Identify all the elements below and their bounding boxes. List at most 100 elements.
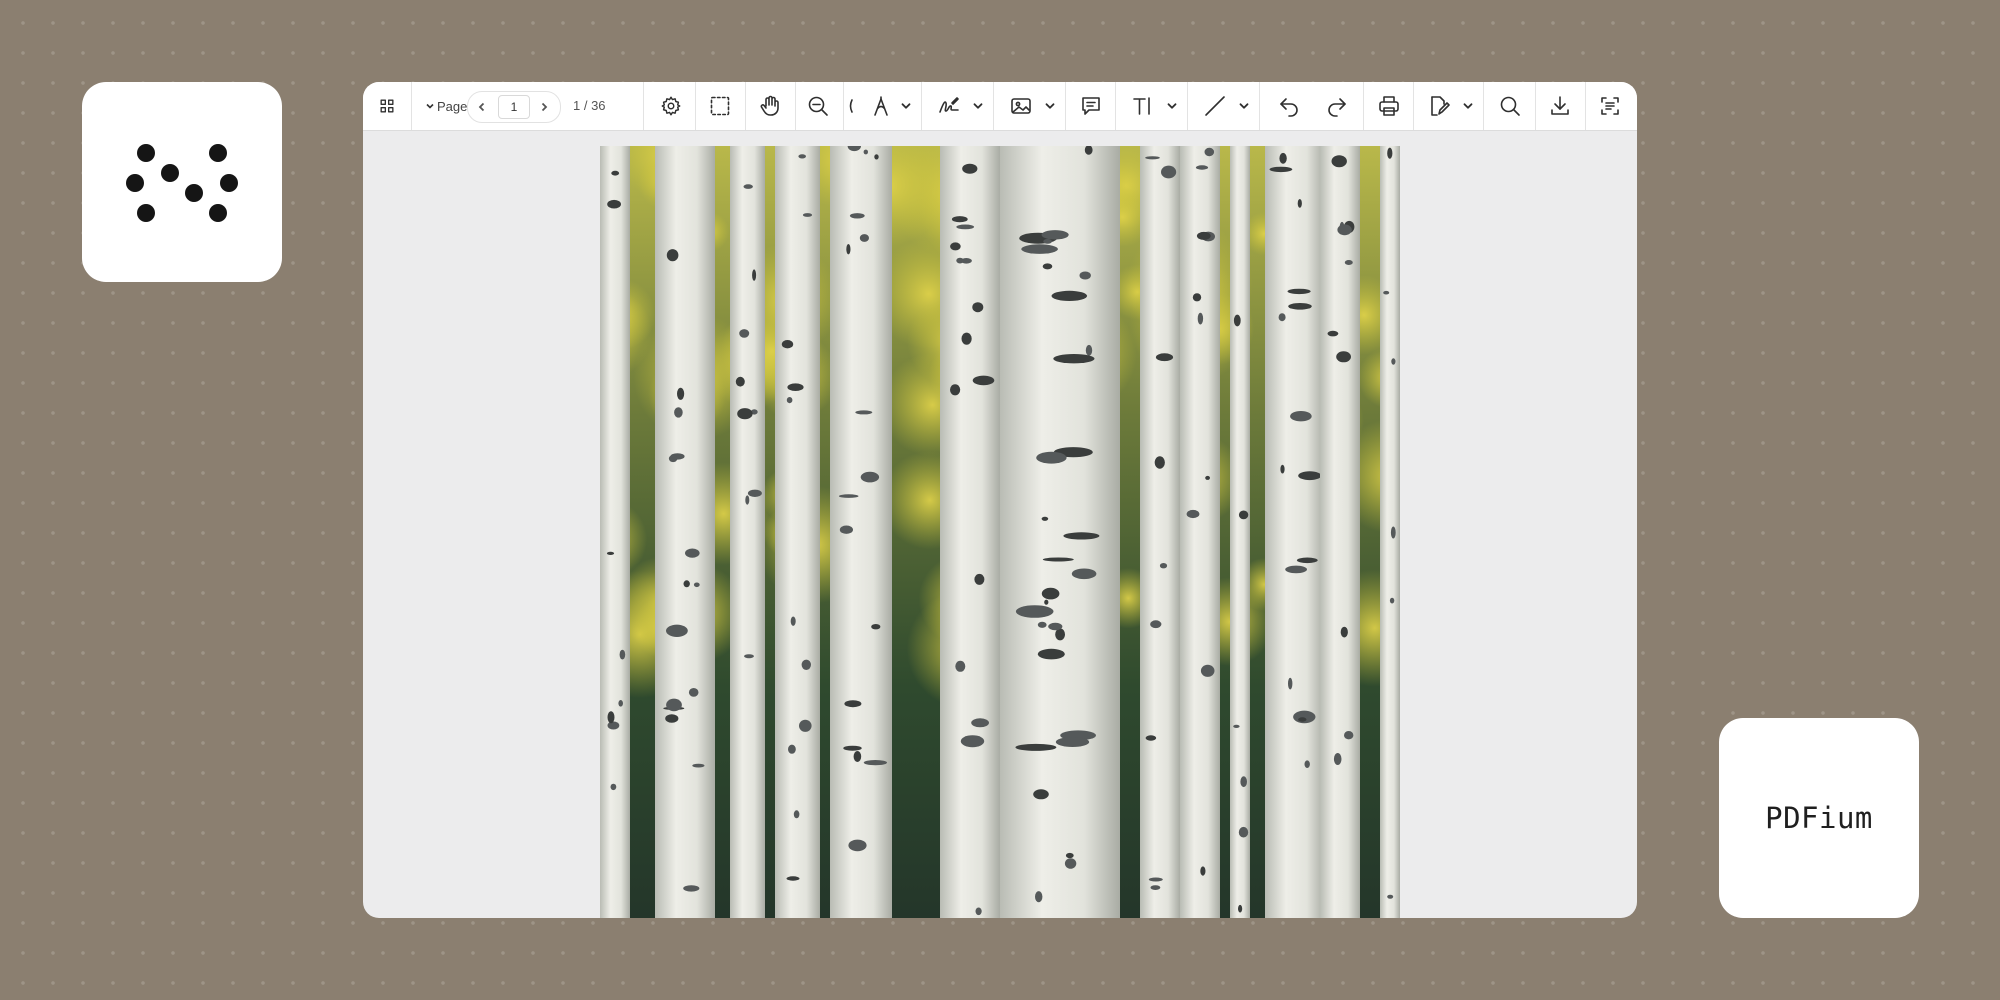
signature-dropdown[interactable] [969,82,987,130]
page-number-input[interactable]: 1 [498,95,530,119]
document-properties-button[interactable] [1587,82,1633,130]
bark-knot [950,242,961,251]
chevron-down-icon [1045,103,1055,109]
bark-knot [1152,622,1159,626]
divider [411,82,412,130]
bark-knot [801,659,811,670]
bark-knot [1154,456,1165,469]
bark-knot [1344,731,1354,740]
bark-knot [1304,760,1310,768]
bark-knot [1043,239,1052,244]
bark-knot [1278,313,1286,322]
bark-knot [1015,743,1057,751]
bark-knot [1155,353,1174,362]
bark-knot [956,257,964,264]
comment-button[interactable] [1069,82,1113,130]
bark-knot [859,234,869,242]
divider [695,82,696,130]
bark-knot [1240,776,1247,788]
edit-button[interactable] [1419,82,1459,130]
bark-knot [1337,224,1352,236]
bark-knot [874,154,879,160]
print-button[interactable] [1367,82,1411,130]
bark-knot [1041,516,1049,521]
bark-knot [1288,677,1293,690]
bark-knot [1021,244,1058,254]
bark-knot [1055,737,1090,747]
divider [1585,82,1586,130]
birch-trunk [1230,146,1250,918]
bark-knot [1204,147,1215,157]
undo-icon [1280,98,1298,117]
birch-trunk [1320,146,1360,918]
bark-knot [1391,358,1396,365]
page-mode-dropdown[interactable]: Page [424,82,467,130]
signature-button[interactable] [929,82,969,130]
divider [1483,82,1484,130]
bark-knot [1042,263,1053,270]
document-properties-icon [1601,97,1619,115]
bark-knot [1042,557,1074,562]
divider [921,82,922,130]
bark-knot [1148,877,1163,882]
bark-knot [1071,568,1097,580]
bark-knot [793,810,800,819]
previous-page-button[interactable] [468,92,496,122]
image-dropdown[interactable] [1041,82,1059,130]
line-tool-button[interactable] [1195,82,1235,130]
undo-button[interactable] [1269,82,1309,130]
bark-knot [693,582,700,588]
bark-knot [1065,852,1074,859]
zoom-control-partial[interactable] [847,82,855,130]
ink-pen-icon [874,96,888,116]
birch-trunk [655,146,715,918]
zoom-out-button[interactable] [795,82,841,130]
settings-button[interactable] [649,82,693,130]
bark-knot [1192,293,1202,302]
page-navigator: 1 [467,91,561,123]
bark-knot [1048,622,1063,631]
marquee-select-button[interactable] [697,82,743,130]
bark-knot [1150,885,1161,890]
edit-dropdown[interactable] [1459,82,1477,130]
bark-knot [790,616,796,626]
bark-knot [1145,156,1160,160]
text-tool-dropdown[interactable] [1163,82,1181,130]
document-page[interactable] [600,146,1400,918]
bark-knot [1036,451,1067,464]
pan-button[interactable] [747,82,793,130]
bark-knot [747,489,762,497]
zoom-level-indicator-icon [849,99,853,113]
bark-knot [692,763,705,768]
app-logo [82,82,282,282]
dots-logo-icon [126,144,238,222]
text-tool-button[interactable] [1123,82,1163,130]
bark-knot [1037,621,1047,628]
download-button[interactable] [1537,82,1583,130]
bark-knot [786,397,793,404]
signature-icon [939,97,959,113]
bark-knot [1238,904,1243,913]
divider [1065,82,1066,130]
search-button[interactable] [1487,82,1533,130]
thumbnails-button[interactable] [365,82,409,130]
bark-knot [1331,155,1347,168]
insert-image-button[interactable] [1001,82,1041,130]
bark-knot [677,387,685,400]
bark-knot [1288,303,1312,310]
bark-knot [1079,271,1091,280]
birch-trunk [1380,146,1400,918]
bark-knot [735,376,745,387]
divider [1187,82,1188,130]
bark-knot [974,573,985,585]
next-page-button[interactable] [530,92,558,122]
birch-forest-photo [600,146,1400,918]
ink-pen-dropdown[interactable] [897,82,915,130]
bark-knot [744,654,754,659]
pan-hand-icon [760,95,779,116]
marquee-select-icon [710,96,730,116]
ink-pen-button[interactable] [863,82,899,130]
redo-button[interactable] [1317,82,1357,130]
bark-knot [788,744,796,754]
line-tool-dropdown[interactable] [1235,82,1253,130]
